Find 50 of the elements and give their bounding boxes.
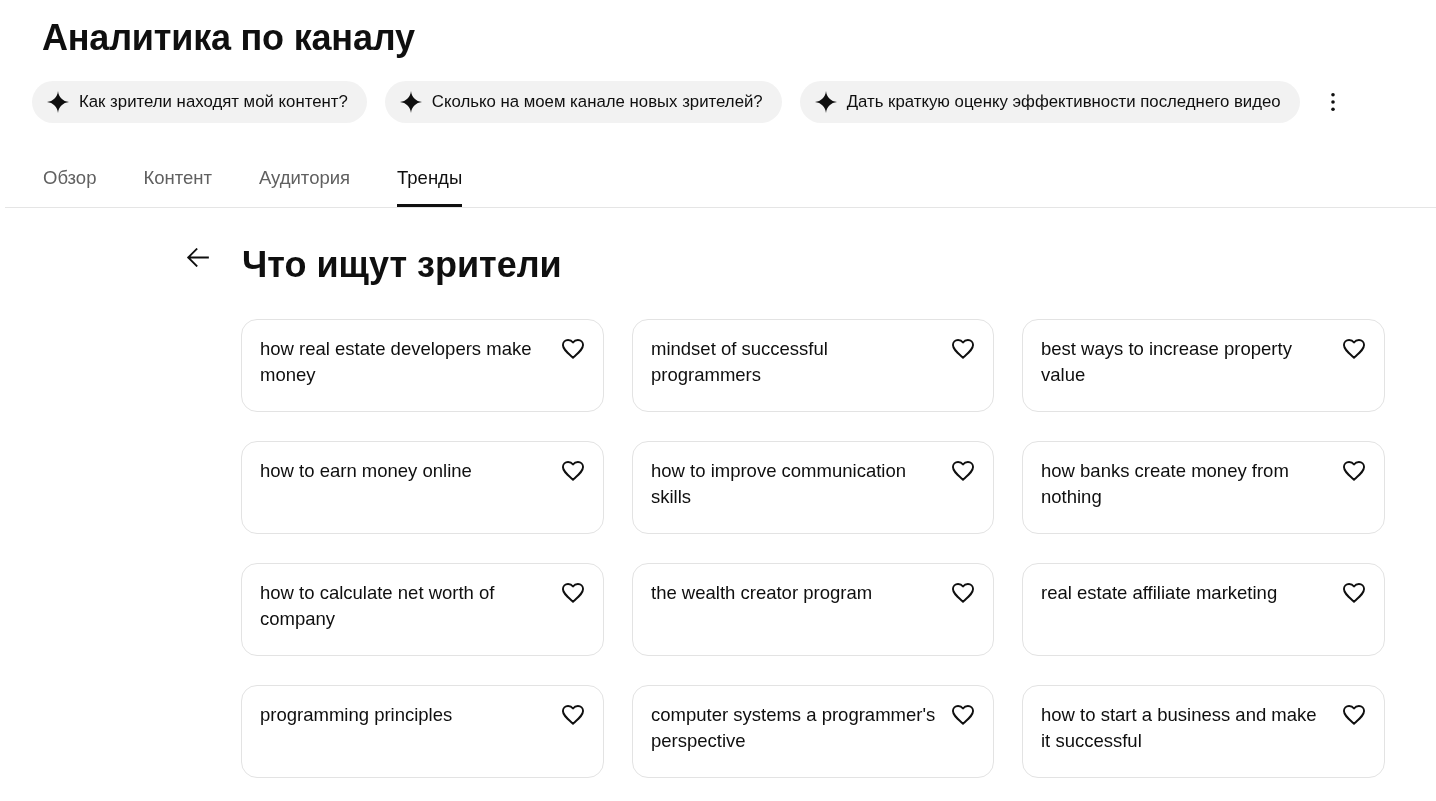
search-term-card[interactable]: how to improve communication skills bbox=[632, 441, 994, 534]
search-term-card[interactable]: programming principles bbox=[241, 685, 604, 778]
search-term: real estate affiliate marketing bbox=[1041, 581, 1279, 605]
search-term: how to improve communication skills bbox=[651, 459, 907, 509]
search-term-card[interactable]: real estate affiliate marketing bbox=[1022, 563, 1385, 656]
heart-icon[interactable] bbox=[952, 705, 974, 725]
tab[interactable]: Аудитория bbox=[258, 156, 351, 207]
page-title: Аналитика по каналу bbox=[42, 17, 416, 59]
heart-icon[interactable] bbox=[1343, 583, 1365, 603]
search-term-card[interactable]: best ways to increase property value bbox=[1022, 319, 1385, 412]
search-term-card[interactable]: computer systems a programmer's perspective bbox=[632, 685, 994, 778]
search-term: the wealth creator program bbox=[651, 581, 874, 605]
suggestion-chip[interactable]: Как зрители находят мой контент? bbox=[32, 81, 367, 123]
heart-icon[interactable] bbox=[952, 583, 974, 603]
search-term: mindset of successful programmers bbox=[651, 337, 829, 387]
tab[interactable]: Тренды bbox=[397, 156, 463, 207]
section-title: Что ищут зрители bbox=[242, 243, 562, 287]
suggestion-chip[interactable]: Сколько на моем канале новых зрителей? bbox=[384, 81, 782, 123]
search-term-card[interactable]: how real estate developers make money bbox=[241, 319, 604, 412]
heart-icon[interactable] bbox=[952, 339, 974, 359]
search-term: how to start a business and make it successful bbox=[1041, 703, 1318, 753]
heart-icon[interactable] bbox=[1343, 339, 1365, 359]
more-options-icon[interactable] bbox=[1330, 93, 1335, 111]
heart-icon[interactable] bbox=[1343, 705, 1365, 725]
search-term: computer systems a programmer's perspective bbox=[651, 703, 937, 753]
search-term: how real estate developers make money bbox=[260, 337, 533, 387]
heart-icon[interactable] bbox=[952, 461, 974, 481]
heart-icon[interactable] bbox=[1343, 461, 1365, 481]
sparkle-icon bbox=[47, 91, 69, 113]
search-term-card[interactable]: how to calculate net worth of company bbox=[241, 563, 604, 656]
search-term-card[interactable]: how to start a business and make it successful bbox=[1022, 685, 1385, 778]
search-term-card[interactable]: the wealth creator program bbox=[632, 563, 994, 656]
suggestion-chip[interactable]: Дать краткую оценку эффективности последнего видео bbox=[799, 81, 1300, 123]
search-term-card[interactable]: how to earn money online bbox=[241, 441, 604, 534]
tab[interactable]: Контент bbox=[143, 156, 212, 207]
search-term: how to calculate net worth of company bbox=[260, 581, 496, 631]
search-term: programming principles bbox=[260, 703, 454, 727]
search-term-card[interactable]: how banks create money from nothing bbox=[1022, 441, 1385, 534]
search-term: best ways to increase property value bbox=[1041, 337, 1293, 387]
sparkle-icon bbox=[814, 91, 837, 113]
search-term: how banks create money from nothing bbox=[1041, 459, 1290, 509]
back-arrow-icon[interactable] bbox=[186, 248, 209, 267]
heart-icon[interactable] bbox=[562, 339, 584, 359]
heart-icon[interactable] bbox=[562, 705, 584, 725]
search-term-card[interactable]: mindset of successful programmers bbox=[632, 319, 994, 412]
sparkle-icon bbox=[399, 91, 422, 113]
search-term: how to earn money online bbox=[260, 459, 473, 483]
heart-icon[interactable] bbox=[562, 461, 584, 481]
heart-icon[interactable] bbox=[562, 583, 584, 603]
tab[interactable]: Обзор bbox=[43, 156, 97, 207]
